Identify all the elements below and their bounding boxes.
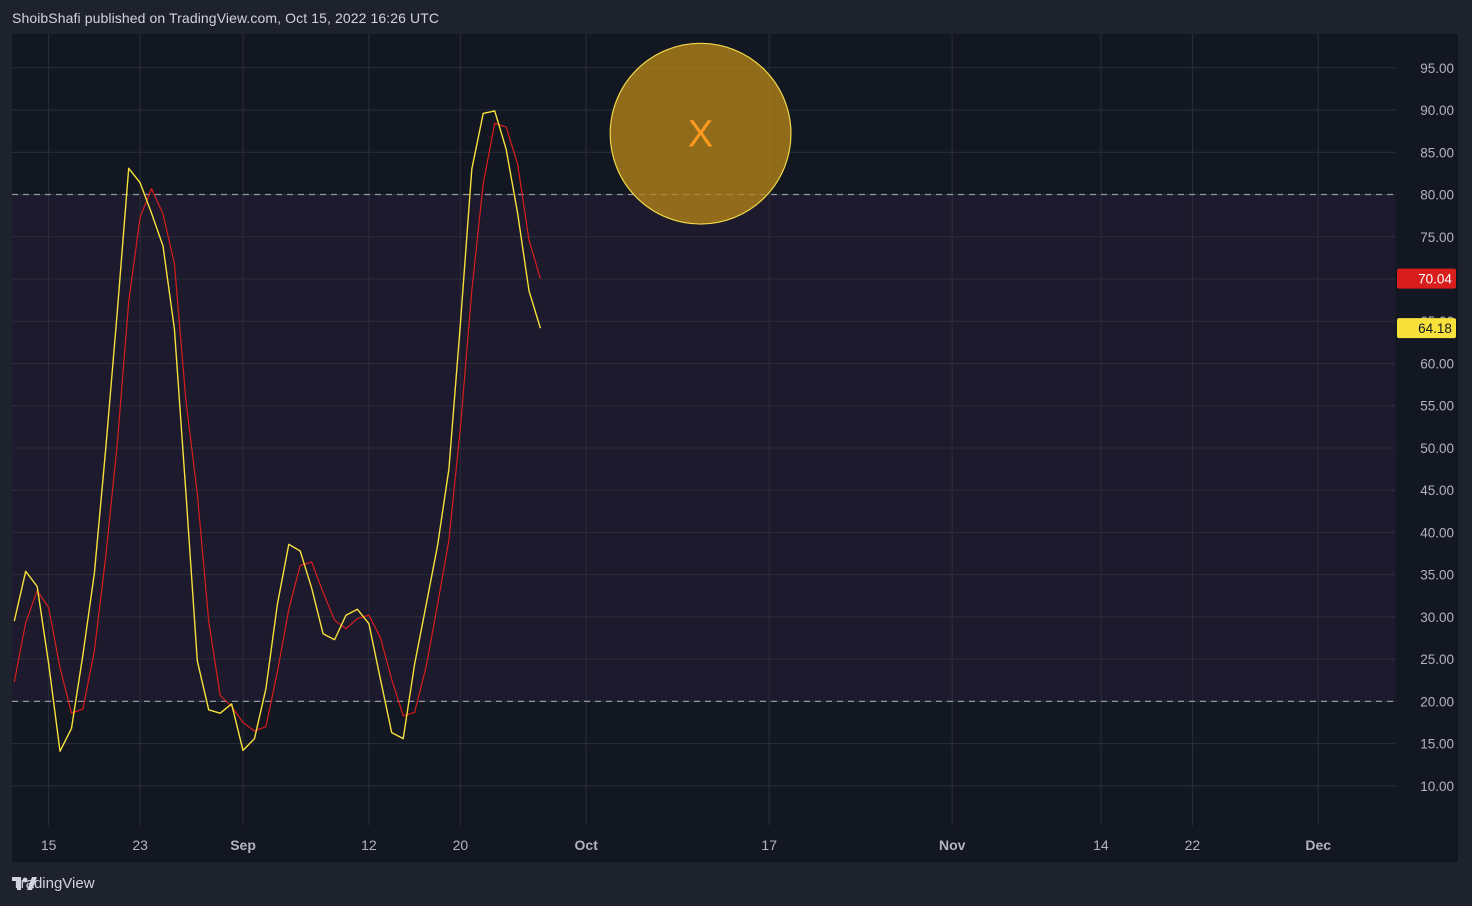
publish-info: ShoibShafi published on TradingView.com,… <box>12 10 440 26</box>
y-tick-label: 35.00 <box>1420 568 1454 583</box>
y-tick-label: 60.00 <box>1420 356 1454 371</box>
y-tick-label: 55.00 <box>1420 399 1454 414</box>
y-tick-label: 90.00 <box>1420 103 1454 118</box>
y-tick-label: 80.00 <box>1420 188 1454 203</box>
y-tick-label: 40.00 <box>1420 525 1454 540</box>
y-tick-label: 10.00 <box>1420 779 1454 794</box>
y-tick-label: 25.00 <box>1420 652 1454 667</box>
x-tick-label: 23 <box>132 837 148 853</box>
y-tick-label: 20.00 <box>1420 694 1454 709</box>
last-value-label: 70.04 <box>1418 272 1452 287</box>
x-tick-label: 17 <box>761 837 777 853</box>
x-tick-label: Sep <box>230 837 256 853</box>
y-tick-label: 85.00 <box>1420 145 1454 160</box>
x-tick-label: 14 <box>1093 837 1109 853</box>
y-tick-label: 75.00 <box>1420 230 1454 245</box>
chart-pane[interactable]: X95.0090.0085.0080.0075.0070.0065.0060.0… <box>12 34 1458 862</box>
tradingview-brand[interactable]: TradingView <box>12 875 95 892</box>
x-tick-label: Dec <box>1305 837 1331 853</box>
y-tick-label: 15.00 <box>1420 737 1454 752</box>
chart-canvas[interactable]: X95.0090.0085.0080.0075.0070.0065.0060.0… <box>12 34 1458 862</box>
annotation-marker-x: X <box>688 114 713 156</box>
y-tick-label: 95.00 <box>1420 61 1454 76</box>
x-tick-label: 20 <box>453 837 469 853</box>
tradingview-logo-icon <box>12 877 37 890</box>
y-tick-label: 30.00 <box>1420 610 1454 625</box>
x-tick-label: 12 <box>361 837 377 853</box>
x-tick-label: 15 <box>41 837 57 853</box>
x-tick-label: Nov <box>939 837 966 853</box>
x-tick-label: 22 <box>1185 837 1201 853</box>
x-tick-label: Oct <box>575 837 599 853</box>
y-tick-label: 50.00 <box>1420 441 1454 456</box>
last-value-label: 64.18 <box>1418 321 1452 336</box>
y-tick-label: 45.00 <box>1420 483 1454 498</box>
